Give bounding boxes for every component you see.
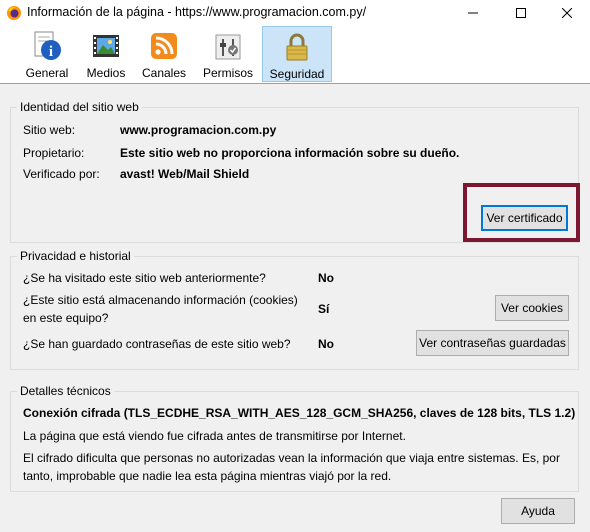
view-cookies-button[interactable]: Ver cookies xyxy=(495,295,569,321)
media-icon xyxy=(93,35,119,57)
site-label: Sitio web: xyxy=(23,123,76,137)
encryption-info-2: El cifrado dificulta que personas no aut… xyxy=(23,451,560,465)
tab-label: General xyxy=(25,66,69,80)
encryption-info-3: tanto, improbable que nadie lea esta pág… xyxy=(23,469,392,483)
tab-label: Canales xyxy=(141,66,187,80)
view-certificate-label: Ver certificado xyxy=(486,211,563,225)
close-icon xyxy=(562,8,572,18)
tab-general[interactable]: i General xyxy=(19,26,75,82)
view-passwords-label: Ver contraseñas guardadas xyxy=(419,336,566,350)
tab-label: Permisos xyxy=(202,66,253,80)
verified-value: avast! Web/Mail Shield xyxy=(120,167,250,181)
rss-icon xyxy=(151,33,177,59)
identity-legend: Identidad del sitio web xyxy=(17,100,142,114)
owner-value: Este sitio web no proporciona informació… xyxy=(120,146,460,160)
tab-security[interactable]: Seguridad xyxy=(262,26,332,82)
cookies-question-line1: ¿Este sitio está almacenando información… xyxy=(23,293,298,307)
tab-permissions[interactable]: Permisos xyxy=(198,26,258,82)
verified-label: Verificado por: xyxy=(23,167,100,181)
title-bar: Información de la página - https://www.p… xyxy=(0,0,590,26)
view-certificate-button[interactable]: Ver certificado xyxy=(481,205,568,231)
technical-legend: Detalles técnicos xyxy=(17,384,114,398)
help-label: Ayuda xyxy=(521,504,555,518)
owner-label: Propietario: xyxy=(23,146,85,160)
passwords-question: ¿Se han guardado contraseñas de este sit… xyxy=(23,337,291,351)
visited-question: ¿Se ha visitado este sitio web anteriorm… xyxy=(23,271,266,285)
tab-label: Medios xyxy=(86,66,126,80)
view-passwords-button[interactable]: Ver contraseñas guardadas xyxy=(416,330,569,356)
minimize-icon xyxy=(468,12,478,14)
visited-answer: No xyxy=(318,271,334,285)
maximize-button[interactable] xyxy=(498,0,544,26)
encryption-info-1: La página que está viendo fue cifrada an… xyxy=(23,429,406,443)
lock-icon xyxy=(286,33,308,61)
close-button[interactable] xyxy=(544,0,590,26)
site-value: www.programacion.com.py xyxy=(120,123,277,137)
help-button[interactable]: Ayuda xyxy=(501,498,575,524)
firefox-icon xyxy=(7,6,21,20)
passwords-answer: No xyxy=(318,337,334,351)
minimize-button[interactable] xyxy=(450,0,496,26)
cookies-question-line2: en este equipo? xyxy=(23,311,109,325)
connection-detail: Conexión cifrada (TLS_ECDHE_RSA_WITH_AES… xyxy=(23,406,576,420)
tab-label: Seguridad xyxy=(269,67,325,81)
tab-feeds[interactable]: Canales xyxy=(137,26,191,82)
view-cookies-label: Ver cookies xyxy=(500,301,564,315)
tab-toolbar: i General Medios Canales Permisos Seguri… xyxy=(0,26,590,84)
privacy-legend: Privacidad e historial xyxy=(17,249,134,263)
tab-media[interactable]: Medios xyxy=(79,26,133,82)
window-title: Información de la página - https://www.p… xyxy=(27,5,367,19)
svg-text:i: i xyxy=(49,44,53,60)
cookies-answer: Sí xyxy=(318,302,330,316)
info-icon: i xyxy=(34,31,61,60)
permissions-icon xyxy=(215,34,241,60)
maximize-icon xyxy=(516,8,526,18)
